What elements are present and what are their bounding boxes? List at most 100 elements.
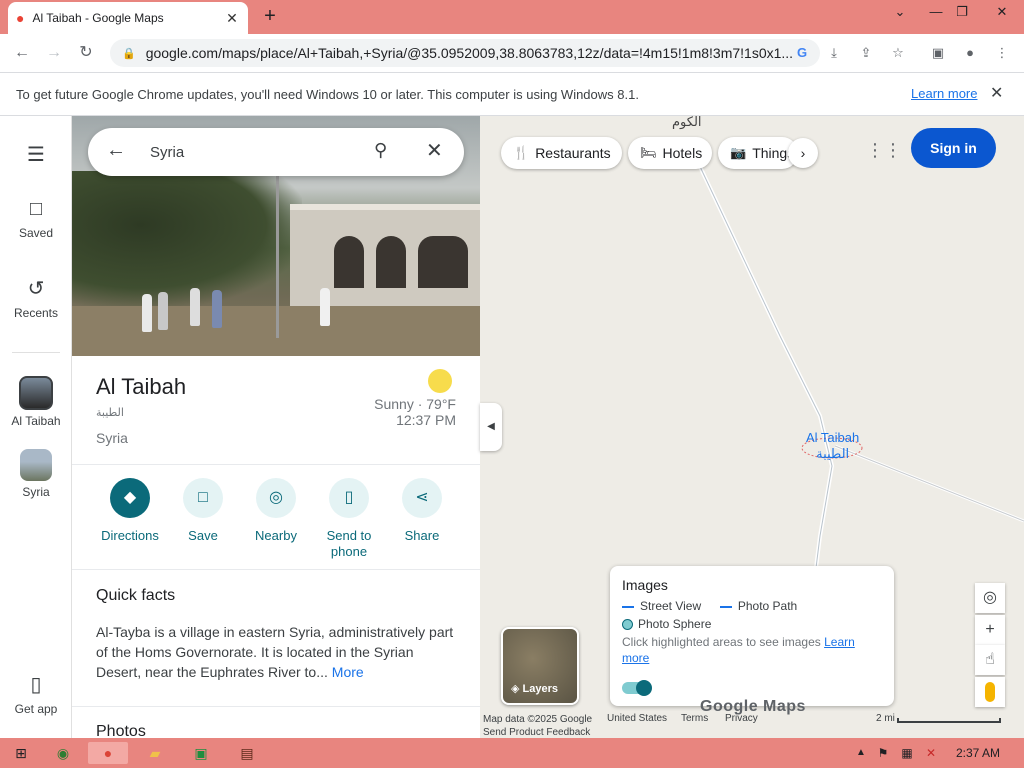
photo-person — [320, 288, 330, 326]
save-button[interactable]: □ Save — [167, 478, 239, 544]
sunny-weather-icon — [428, 369, 452, 393]
share-icon[interactable]: ⇪ — [854, 41, 878, 65]
layers-text: Layers — [522, 683, 559, 695]
menu-button[interactable]: ☰ — [0, 142, 72, 168]
side-panel-icon[interactable]: ▣ — [926, 41, 950, 65]
taskbar-clock[interactable]: 2:37 AM — [956, 746, 1000, 760]
collapse-panel-button[interactable]: ◀ — [480, 403, 502, 451]
tab-search-icon[interactable]: ⌄ — [883, 0, 917, 26]
action-label: Save — [188, 528, 218, 543]
place-thumbnail — [19, 376, 53, 410]
weather-info: Sunny · 79°F 12:37 PM — [374, 396, 456, 428]
rail-item-recents[interactable]: ↺ Recents — [0, 276, 72, 320]
windows-start-icon[interactable]: ⊞ — [10, 742, 32, 764]
tab-close-icon[interactable]: ✕ — [224, 10, 240, 27]
spreadsheet-icon[interactable]: ▣ — [190, 742, 212, 764]
layers-button[interactable]: ◈ Layers — [501, 627, 579, 705]
weather-text: Sunny · 79°F — [374, 396, 456, 412]
clear-search-icon[interactable]: ✕ — [426, 138, 443, 163]
map-data-text: Map data ©2025 Google — [483, 714, 593, 725]
place-thumbnail — [20, 449, 52, 481]
region-link[interactable]: United States — [607, 713, 667, 724]
quick-facts-more-link[interactable]: More — [332, 664, 364, 680]
photo-pole — [276, 176, 279, 338]
rail-item-previous-place[interactable]: Syria — [0, 449, 72, 499]
google-apps-icon[interactable]: ⋮⋮ — [866, 138, 902, 162]
hint-text: Click highlighted areas to see images — [622, 635, 825, 649]
chrome-taskbar-icon[interactable]: ● — [88, 742, 128, 764]
bookmark-star-icon[interactable]: ☆ — [886, 41, 910, 65]
file-explorer-icon[interactable]: ▰ — [144, 742, 166, 764]
app-icon[interactable]: ◉ — [52, 742, 74, 764]
volume-muted-icon[interactable]: ✕ — [920, 742, 942, 764]
address-bar[interactable]: 🔒 google.com/maps/place/Al+Taibah,+Syria… — [110, 39, 820, 67]
bookmark-icon: □ — [183, 478, 223, 518]
plus-icon: + — [985, 621, 995, 638]
legend-row: Photo Sphere — [622, 617, 711, 631]
browser-tab[interactable]: ● Al Taibah - Google Maps ✕ — [8, 2, 248, 34]
chrome-menu-icon[interactable]: ⋮ — [990, 41, 1014, 65]
images-hint: Click highlighted areas to see images Le… — [622, 634, 884, 666]
layers-icon: ◈ — [511, 683, 520, 695]
lock-icon: 🔒 — [122, 47, 136, 60]
chip-label: Restaurants — [535, 145, 611, 161]
rail-item-saved[interactable]: □ Saved — [0, 196, 72, 240]
phone-icon: ▯ — [30, 674, 42, 696]
send-to-phone-button[interactable]: ▯ Send to phone — [313, 478, 385, 560]
back-arrow-icon[interactable]: ← — [106, 139, 126, 162]
chip-label: Hotels — [662, 145, 703, 161]
camera-icon: 📷 — [730, 145, 747, 160]
photo-person — [158, 292, 168, 330]
chip-things[interactable]: 📷 Things — [718, 137, 798, 169]
chip-hotels[interactable]: 🛏 Hotels — [628, 137, 712, 169]
zoom-out-button[interactable]: ☝ — [975, 645, 1005, 675]
flag-icon[interactable]: ⚑ — [872, 742, 894, 764]
rail-item-current-place[interactable]: Al Taibah — [0, 376, 72, 428]
sign-in-button[interactable]: Sign in — [911, 128, 996, 168]
close-window-button[interactable]: ✕ — [980, 0, 1024, 26]
photo-path-line-icon — [719, 605, 732, 608]
nearby-button[interactable]: ◎ Nearby — [240, 478, 312, 544]
tray-chevron-icon[interactable]: ▲ — [850, 742, 872, 764]
terms-link[interactable]: Terms — [681, 713, 708, 724]
zoom-in-button[interactable]: + — [975, 615, 1005, 645]
rail-label-get-app: Get app — [14, 702, 58, 716]
pegman-street-view-button[interactable] — [975, 677, 1005, 707]
photo-person — [212, 290, 222, 328]
search-input[interactable] — [150, 140, 350, 164]
update-infobar: To get future Google Chrome updates, you… — [0, 72, 1024, 116]
bookmark-icon: □ — [29, 198, 43, 220]
chips-next-button[interactable]: › — [788, 138, 818, 168]
reload-icon[interactable]: ↻ — [70, 37, 102, 69]
install-icon[interactable]: ⤓ — [822, 41, 846, 65]
images-toggle[interactable] — [622, 680, 652, 696]
restore-button[interactable]: ❐ — [945, 0, 979, 26]
directions-button[interactable]: ◆ Directions — [94, 478, 166, 544]
profile-icon[interactable]: ● — [958, 41, 982, 65]
photo-arch — [334, 236, 364, 288]
rail-label-saved: Saved — [18, 226, 54, 240]
forward-arrow-icon[interactable]: → — [38, 37, 70, 69]
photo-sphere-dot-icon — [622, 619, 633, 631]
scale-label[interactable]: 2 mi — [876, 713, 895, 724]
share-button[interactable]: ⋖ Share — [386, 478, 458, 544]
media-app-icon[interactable]: ▤ — [236, 742, 258, 764]
network-icon[interactable]: ▦ — [896, 742, 918, 764]
photo-trees — [72, 171, 302, 306]
map-label-taibah[interactable]: Al Taibah الطيبة — [806, 430, 859, 462]
back-arrow-icon[interactable]: ← — [6, 37, 38, 69]
rail-item-get-app[interactable]: ▯ Get app — [0, 672, 72, 716]
hamburger-icon: ☰ — [27, 144, 45, 166]
search-icon[interactable]: ⚲ — [374, 140, 387, 161]
infobar-learn-more-link[interactable]: Learn more — [911, 86, 977, 101]
rail-divider — [12, 352, 60, 353]
tab-strip: ● Al Taibah - Google Maps ✕ + ⌄ — ❐ ✕ — [0, 0, 1024, 34]
google-lens-icon[interactable]: G — [790, 41, 814, 65]
my-location-button[interactable]: ◎ — [975, 583, 1005, 613]
privacy-link[interactable]: Privacy — [725, 713, 758, 724]
map-label-kawm[interactable]: الكوم — [672, 114, 702, 130]
new-tab-button[interactable]: + — [258, 5, 282, 29]
quick-facts-text: Al-Tayba is a village in eastern Syria, … — [96, 624, 454, 680]
chip-restaurants[interactable]: 🍴 Restaurants — [501, 137, 622, 169]
infobar-close-icon[interactable]: ✕ — [990, 83, 1003, 103]
